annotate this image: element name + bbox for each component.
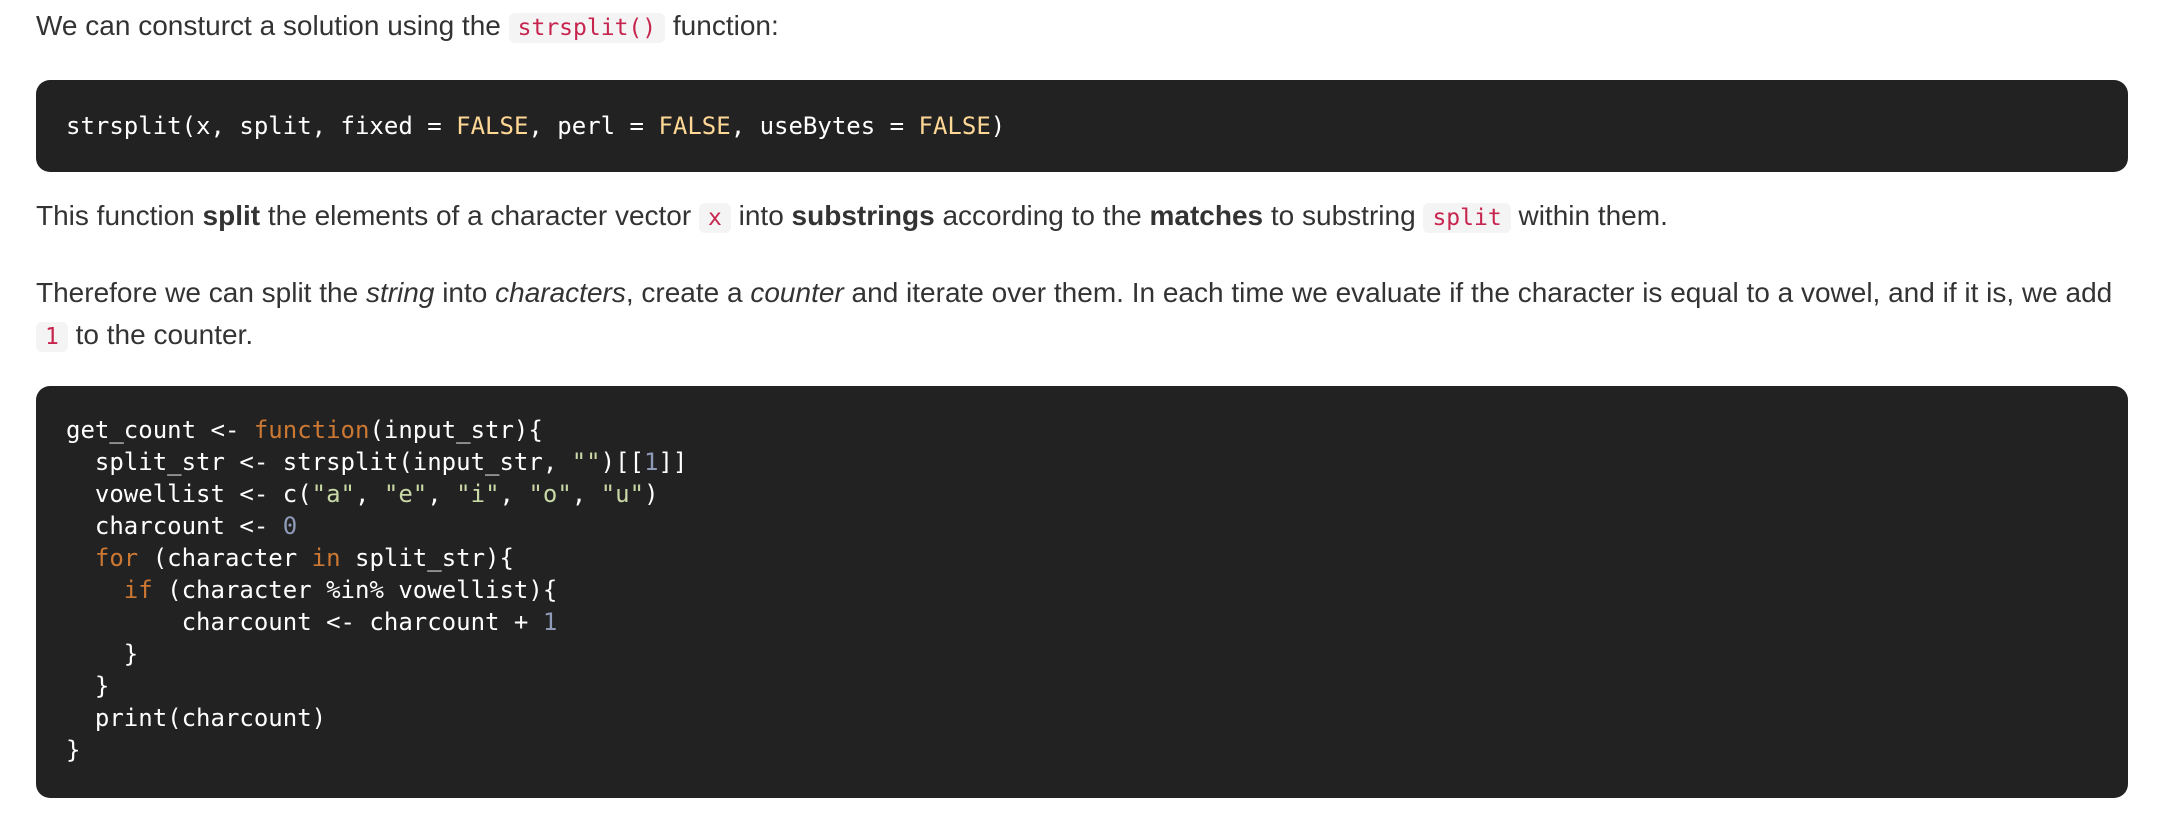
inline-code-1: 1 (36, 322, 68, 352)
code-signature: strsplit(x, split, fixed = FALSE, perl =… (66, 112, 1006, 140)
intro-paragraph: We can consturct a solution using the st… (36, 6, 2126, 48)
code-get-count: get_count <- function(input_str){ split_… (66, 416, 688, 764)
description-paragraph: This function split the elements of a ch… (36, 200, 1668, 233)
inline-code-strsplit: strsplit() (508, 13, 666, 43)
article-content: We can consturct a solution using the st… (0, 0, 2160, 824)
intro-text: We can consturct a solution using the (36, 10, 509, 41)
approach-paragraph: Therefore we can split the string into c… (36, 277, 2113, 352)
code-block-signature: strsplit(x, split, fixed = FALSE, perl =… (36, 80, 2128, 172)
bold-split: split (202, 200, 261, 231)
italic-string: string (365, 277, 435, 308)
inline-code-x: x (698, 203, 731, 233)
code-block-get-count: get_count <- function(input_str){ split_… (36, 386, 2128, 798)
intro-text-end: function: (665, 10, 779, 41)
bold-matches: matches (1149, 200, 1264, 231)
inline-code-split: split (1423, 203, 1511, 233)
italic-characters: characters (495, 277, 626, 308)
italic-counter: counter (750, 277, 844, 308)
bold-substrings: substrings (791, 200, 935, 231)
